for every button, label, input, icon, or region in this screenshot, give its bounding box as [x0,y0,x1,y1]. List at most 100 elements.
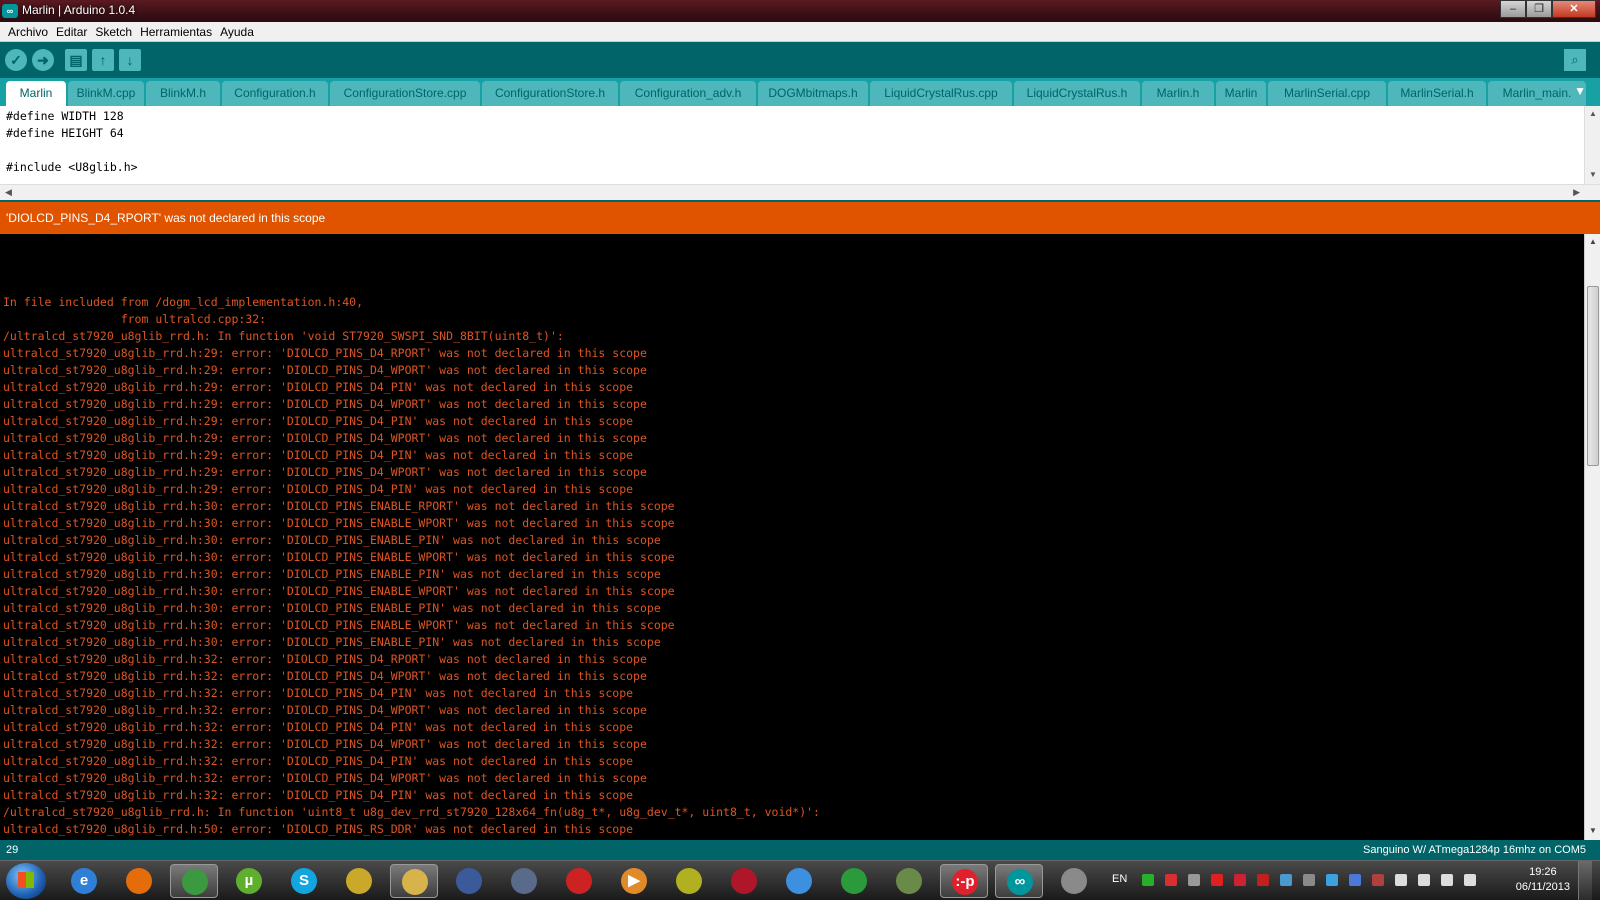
console-line: ultralcd_st7920_u8glib_rrd.h:32: error: … [3,754,634,768]
tab-blinkm-h[interactable]: BlinkM.h [146,81,220,106]
tray-icon[interactable] [1234,874,1246,886]
menu-sketch[interactable]: Sketch [91,25,136,39]
taskbar-chrome-button[interactable] [170,864,218,898]
tab-marlin-h[interactable]: Marlin.h [1142,81,1214,106]
tray-icon[interactable] [1280,874,1292,886]
tab-configuration-adv-h[interactable]: Configuration_adv.h [620,81,756,106]
tab-liquidcrystalrus-cpp[interactable]: LiquidCrystalRus.cpp [870,81,1012,106]
scroll-up-icon[interactable]: ▲ [1589,109,1597,118]
console-line: ultralcd_st7920_u8glib_rrd.h:32: error: … [3,703,647,717]
taskbar-arduino-button[interactable]: ∞ [995,864,1043,898]
tray-icon[interactable] [1303,874,1315,886]
tray-icon[interactable] [1211,874,1223,886]
serial-monitor-button[interactable]: ⌕ [1564,49,1586,71]
tray-icon[interactable] [1418,874,1430,886]
taskbar-tool-button[interactable] [665,864,713,898]
tab-configurationstore-cpp[interactable]: ConfigurationStore.cpp [330,81,480,106]
taskbar-bird-button[interactable] [830,864,878,898]
taskbar-explorer-button[interactable] [390,864,438,898]
taskbar-pidgin-button[interactable] [335,864,383,898]
upload-button[interactable]: ➜ [32,49,54,71]
tray-icon[interactable] [1372,874,1384,886]
menu-editar[interactable]: Editar [52,25,91,39]
clock[interactable]: 19:26 06/11/2013 [1516,865,1570,895]
maximize-button[interactable]: ❐ [1526,0,1552,18]
scroll-down-icon[interactable]: ▼ [1589,170,1597,179]
p-app-icon: :-p [952,869,978,895]
writer-icon [456,868,482,894]
taskbar-media-player-button[interactable]: ▶ [610,864,658,898]
console-line: ultralcd_st7920_u8glib_rrd.h:30: error: … [3,601,661,615]
minimize-button[interactable]: – [1500,0,1526,18]
tab-bar: Marlin BlinkM.cpp BlinkM.h Configuration… [0,78,1600,106]
taskbar-skype-button[interactable]: S [280,864,328,898]
menu-ayuda[interactable]: Ayuda [216,25,258,39]
tray-icon[interactable] [1349,874,1361,886]
tab-menu-arrow-icon[interactable]: ▼ [1574,84,1586,98]
console-line: ultralcd_st7920_u8glib_rrd.h:32: error: … [3,669,647,683]
taskbar-p-app-button[interactable]: :-p [940,864,988,898]
tab-blinkm-cpp[interactable]: BlinkM.cpp [68,81,144,106]
console-line: ultralcd_st7920_u8glib_rrd.h:32: error: … [3,720,634,734]
tray-icon[interactable] [1257,874,1269,886]
tab-marlinserial-cpp[interactable]: MarlinSerial.cpp [1268,81,1386,106]
code-editor[interactable]: #define WIDTH 128 #define HEIGHT 64 #incl… [0,106,1600,184]
chrome-icon [182,869,208,895]
scroll-up-icon[interactable]: ▲ [1589,237,1597,246]
tab-marlin-main[interactable]: Marlin_main. [1488,81,1586,106]
editor-line[interactable]: #define WIDTH 128 [6,108,138,125]
taskbar-internet-explorer-button[interactable]: e [60,864,108,898]
editor-text[interactable]: #define WIDTH 128 #define HEIGHT 64 #incl… [6,108,138,176]
close-button[interactable]: ✕ [1552,0,1596,18]
taskbar-writer-button[interactable] [445,864,493,898]
taskbar-mario-button[interactable] [555,864,603,898]
scroll-down-icon[interactable]: ▼ [1589,826,1597,835]
taskbar-dropbox-button[interactable] [775,864,823,898]
save-button[interactable]: ↓ [119,49,141,71]
toolbar: ✓ ➜ ▤ ↑ ↓ ⌕ [0,42,1600,78]
scroll-right-icon[interactable]: ▶ [1573,187,1580,198]
console-line: ultralcd_st7920_u8glib_rrd.h:29: error: … [3,380,634,394]
tab-liquidcrystalrus-h[interactable]: LiquidCrystalRus.h [1014,81,1140,106]
console-line: /ultralcd_st7920_u8glib_rrd.h: In functi… [3,805,820,819]
tray-icon[interactable] [1326,874,1338,886]
explorer-icon [402,869,428,895]
taskbar-pen-tablet-button[interactable] [1050,864,1098,898]
tab-marlinserial-h[interactable]: MarlinSerial.h [1388,81,1486,106]
scroll-left-icon[interactable]: ◀ [5,187,12,198]
tab-configurationstore-h[interactable]: ConfigurationStore.h [482,81,618,106]
menu-bar: Archivo Editar Sketch Herramientas Ayuda [0,22,1600,42]
tab-configuration-h[interactable]: Configuration.h [222,81,328,106]
taskbar-mendeley-button[interactable] [720,864,768,898]
new-button[interactable]: ▤ [65,49,87,71]
editor-line[interactable]: #include <U8glib.h> [6,159,138,176]
editor-line[interactable]: #define HEIGHT 64 [6,125,138,142]
language-indicator[interactable]: EN [1112,873,1127,885]
tray-icon[interactable] [1188,874,1200,886]
show-desktop-button[interactable] [1578,861,1592,900]
editor-vertical-scrollbar[interactable]: ▲ ▼ [1584,106,1600,184]
taskbar-game-button[interactable] [500,864,548,898]
menu-archivo[interactable]: Archivo [4,25,52,39]
taskbar-notepad-button[interactable] [885,864,933,898]
tool-icon [676,868,702,894]
tray-icon[interactable] [1464,874,1476,886]
arduino-ide-window: ∞ Marlin | Arduino 1.0.4 – ❐ ✕ Archivo E… [0,0,1600,900]
taskbar-firefox-button[interactable] [115,864,163,898]
tab-marlin-2[interactable]: Marlin [1216,81,1266,106]
tray-icon[interactable] [1165,874,1177,886]
tray-icon[interactable] [1441,874,1453,886]
taskbar-utorrent-button[interactable]: µ [225,864,273,898]
open-button[interactable]: ↑ [92,49,114,71]
scrollbar-thumb[interactable] [1587,286,1599,466]
tab-marlin[interactable]: Marlin [6,81,66,106]
tray-icon[interactable] [1142,874,1154,886]
start-button[interactable] [6,863,46,899]
console-vertical-scrollbar[interactable]: ▲ ▼ [1584,234,1600,840]
editor-line[interactable] [6,142,138,159]
tab-dogmbitmaps-h[interactable]: DOGMbitmaps.h [758,81,868,106]
menu-herramientas[interactable]: Herramientas [136,25,216,39]
tray-icon[interactable] [1395,874,1407,886]
verify-button[interactable]: ✓ [5,49,27,71]
editor-horizontal-scrollbar[interactable]: ◀ ▶ [0,184,1600,200]
